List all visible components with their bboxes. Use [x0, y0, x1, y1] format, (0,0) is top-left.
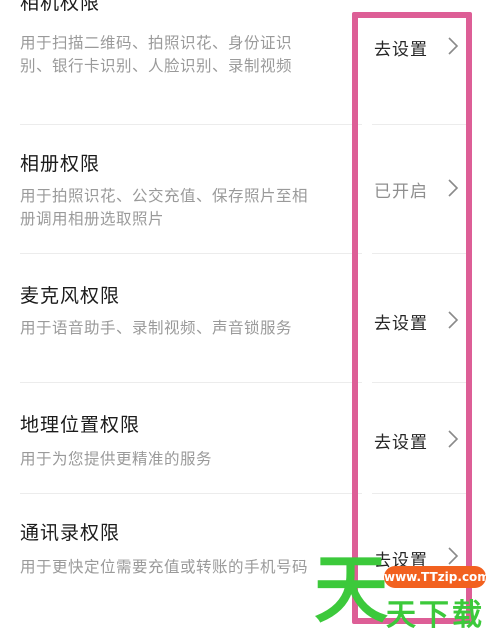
permission-description: 用于扫描二维码、拍照识花、身份证识别、银行卡识别、人脸识别、录制视频	[20, 34, 293, 75]
watermark-site: www.TTzip.com	[384, 566, 490, 588]
watermark-name: 天下载	[386, 598, 485, 631]
permission-description: 用于拍照识花、公交充值、保存照片至相册调用相册选取照片	[20, 187, 309, 228]
permission-description: 用于语音助手、录制视频、声音锁服务	[20, 319, 293, 337]
permission-title: 相册权限	[20, 153, 101, 175]
permission-title: 麦克风权限	[20, 285, 121, 307]
watermark-logo: 天 www.TTzip.com 天下载	[312, 547, 490, 631]
watermark-glyph: 天	[314, 547, 388, 631]
permission-title: 地理位置权限	[20, 414, 141, 436]
permission-title: 相机权限	[20, 0, 101, 14]
permission-title: 通讯录权限	[20, 522, 121, 544]
permission-description: 用于更快定位需要充值或转账的手机号码	[20, 558, 309, 576]
permission-description: 用于为您提供更精准的服务	[20, 450, 213, 468]
highlight-box	[352, 12, 472, 624]
